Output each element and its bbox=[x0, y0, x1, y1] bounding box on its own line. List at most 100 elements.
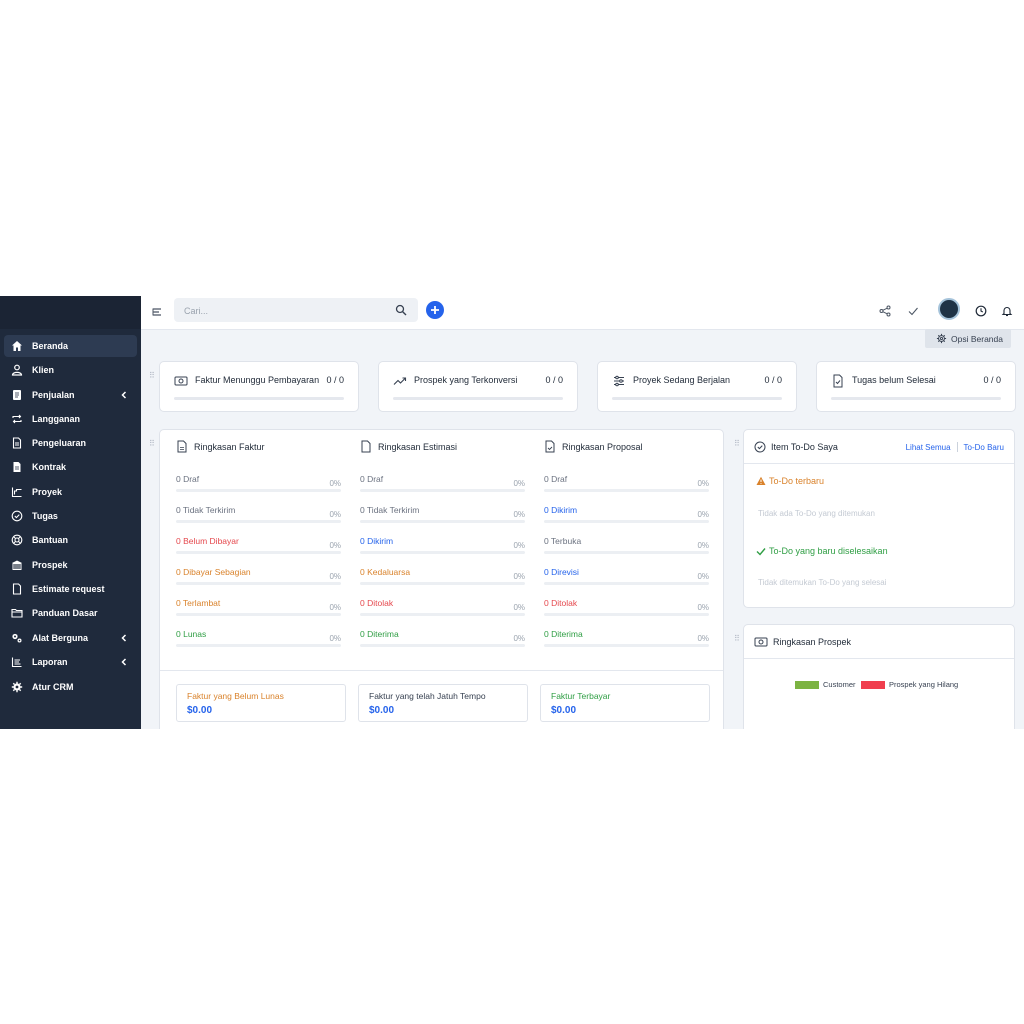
estimate-status-row[interactable]: 0 Dikirim 0% bbox=[360, 536, 525, 556]
home-icon bbox=[10, 339, 24, 353]
sidebar-item-klien[interactable]: Klien bbox=[4, 359, 137, 381]
lifebuoy-icon bbox=[10, 533, 24, 547]
drag-handle-icon[interactable]: ⠿ bbox=[149, 371, 155, 380]
invoice-status-row[interactable]: 0 Draf 0% bbox=[176, 474, 341, 494]
new-todo-link[interactable]: To-Do Baru bbox=[964, 443, 1004, 452]
check-icon bbox=[908, 307, 918, 316]
dashboard-options-button[interactable]: Opsi Beranda bbox=[925, 329, 1011, 348]
stat-card-projects-in-progress[interactable]: Proyek Sedang Berjalan 0 / 0 bbox=[597, 361, 797, 412]
sidebar-item-kontrak[interactable]: Kontrak bbox=[4, 456, 137, 478]
sidebar-item-alat-berguna[interactable]: Alat Berguna bbox=[4, 627, 137, 649]
sidebar-item-bantuan[interactable]: Bantuan bbox=[4, 529, 137, 551]
check-icon bbox=[756, 548, 766, 556]
sidebar-item-label: Alat Berguna bbox=[32, 633, 89, 643]
topbar bbox=[141, 296, 1024, 330]
sidebar-item-beranda[interactable]: Beranda bbox=[4, 335, 137, 357]
proposal-status-row[interactable]: 0 Draf 0% bbox=[544, 474, 709, 494]
folder-icon bbox=[10, 606, 24, 620]
check-button[interactable] bbox=[906, 304, 920, 318]
user-icon bbox=[10, 363, 24, 377]
proposal-status-row[interactable]: 0 Ditolak 0% bbox=[544, 598, 709, 618]
sidebar-item-penjualan[interactable]: Penjualan bbox=[4, 384, 137, 406]
check-circle-icon bbox=[10, 509, 24, 523]
view-all-todo-link[interactable]: Lihat Semua bbox=[906, 443, 951, 452]
avatar[interactable] bbox=[938, 298, 960, 320]
invoice-file-icon bbox=[177, 440, 187, 453]
proposal-status-row[interactable]: 0 Dikirim 0% bbox=[544, 505, 709, 525]
todo-title: Item To-Do Saya bbox=[754, 441, 838, 453]
file-icon bbox=[10, 388, 24, 402]
sidebar-item-laporan[interactable]: Laporan bbox=[4, 651, 137, 673]
invoice-status-row[interactable]: 0 Lunas 0% bbox=[176, 629, 341, 649]
finished-todo-title: To-Do yang baru diselesaikan bbox=[756, 546, 888, 556]
legend-swatch bbox=[795, 680, 819, 689]
sliders-icon bbox=[614, 375, 624, 387]
drag-handle-icon[interactable]: ⠿ bbox=[149, 439, 155, 448]
timer-button[interactable] bbox=[974, 304, 988, 318]
dashboard-options-label: Opsi Beranda bbox=[951, 333, 1003, 344]
stat-card-unfinished-tasks[interactable]: Tugas belum Selesai 0 / 0 bbox=[816, 361, 1016, 412]
estimate-status-row[interactable]: 0 Kedaluarsa 0% bbox=[360, 567, 525, 587]
sidebar-item-atur-crm[interactable]: Atur CRM bbox=[4, 676, 137, 698]
warning-icon bbox=[756, 476, 766, 485]
invoice-status-row[interactable]: 0 Belum Dibayar 0% bbox=[176, 536, 341, 556]
estimate-status-row[interactable]: 0 Draf 0% bbox=[360, 474, 525, 494]
legend-item-customer[interactable]: Customer bbox=[795, 680, 856, 689]
drag-handle-icon[interactable]: ⠿ bbox=[734, 439, 740, 448]
prospect-summary-title: Ringkasan Prospek bbox=[754, 636, 851, 648]
estimate-summary-title: Ringkasan Estimasi bbox=[360, 440, 457, 453]
gears-icon bbox=[10, 631, 24, 645]
sidebar-item-langganan[interactable]: Langganan bbox=[4, 408, 137, 430]
sidebar-item-estimate-request[interactable]: Estimate request bbox=[4, 578, 137, 600]
estimate-status-row[interactable]: 0 Diterima 0% bbox=[360, 629, 525, 649]
search-box bbox=[174, 298, 418, 322]
menu-toggle-icon[interactable] bbox=[150, 305, 164, 319]
sidebar-item-label: Laporan bbox=[32, 657, 68, 667]
stat-card-converted-leads[interactable]: Prospek yang Terkonversi 0 / 0 bbox=[378, 361, 578, 412]
summary-panel: Ringkasan Faktur Ringkasan Estimasi Ring… bbox=[159, 429, 724, 729]
proposal-status-row[interactable]: 0 Direvisi 0% bbox=[544, 567, 709, 587]
paid-invoices-box[interactable]: Faktur Terbayar $0.00 bbox=[540, 684, 710, 722]
sidebar-item-pengeluaran[interactable]: Pengeluaran bbox=[4, 432, 137, 454]
share-button[interactable] bbox=[878, 304, 892, 318]
legend-item-lost-leads[interactable]: Prospek yang Hilang bbox=[861, 680, 958, 689]
sidebar-item-panduan-dasar[interactable]: Panduan Dasar bbox=[4, 602, 137, 624]
notifications-button[interactable] bbox=[1000, 304, 1014, 318]
chevron-left-icon bbox=[121, 634, 127, 642]
sidebar-item-label: Panduan Dasar bbox=[32, 608, 98, 618]
bell-icon bbox=[1001, 307, 1013, 317]
chart-icon bbox=[10, 485, 24, 499]
drag-handle-icon[interactable]: ⠿ bbox=[734, 634, 740, 643]
sidebar-item-proyek[interactable]: Proyek bbox=[4, 481, 137, 503]
sidebar-item-label: Estimate request bbox=[32, 584, 105, 594]
sidebar: Beranda Klien Penjualan Langganan Pengel… bbox=[0, 296, 141, 729]
stat-card-unpaid-invoices[interactable]: Faktur Menunggu Pembayaran 0 / 0 bbox=[159, 361, 359, 412]
sidebar-item-tugas[interactable]: Tugas bbox=[4, 505, 137, 527]
divider bbox=[744, 463, 1014, 464]
proposal-summary-title: Ringkasan Proposal bbox=[544, 440, 643, 453]
invoice-status-row[interactable]: 0 Terlambat 0% bbox=[176, 598, 341, 618]
money-icon bbox=[754, 637, 768, 647]
todo-panel: Item To-Do Saya Lihat Semua To-Do Baru T… bbox=[743, 429, 1015, 608]
sidebar-item-prospek[interactable]: Prospek bbox=[4, 554, 137, 576]
page-icon bbox=[10, 582, 24, 596]
sidebar-item-label: Atur CRM bbox=[32, 682, 74, 692]
search-input[interactable] bbox=[182, 302, 386, 320]
estimate-status-row[interactable]: 0 Tidak Terkirim 0% bbox=[360, 505, 525, 525]
unpaid-invoices-box[interactable]: Faktur yang Belum Lunas $0.00 bbox=[176, 684, 346, 722]
share-icon bbox=[879, 305, 891, 317]
stat-label: Prospek yang Terkonversi bbox=[414, 375, 518, 385]
quick-add-button[interactable] bbox=[426, 301, 444, 319]
invoice-status-row[interactable]: 0 Dibayar Sebagian 0% bbox=[176, 567, 341, 587]
invoice-status-row[interactable]: 0 Tidak Terkirim 0% bbox=[176, 505, 341, 525]
stat-label: Faktur Menunggu Pembayaran bbox=[195, 375, 320, 385]
proposal-status-row[interactable]: 0 Terbuka 0% bbox=[544, 536, 709, 556]
stat-value: 0 / 0 bbox=[545, 375, 563, 385]
proposal-status-row[interactable]: 0 Diterima 0% bbox=[544, 629, 709, 649]
search-icon[interactable] bbox=[395, 304, 407, 316]
estimate-status-row[interactable]: 0 Ditolak 0% bbox=[360, 598, 525, 618]
overdue-invoices-box[interactable]: Faktur yang telah Jatuh Tempo $0.00 bbox=[358, 684, 528, 722]
divider bbox=[744, 658, 1014, 659]
trending-up-icon bbox=[393, 377, 407, 385]
app-window: Beranda Klien Penjualan Langganan Pengel… bbox=[0, 296, 1024, 729]
